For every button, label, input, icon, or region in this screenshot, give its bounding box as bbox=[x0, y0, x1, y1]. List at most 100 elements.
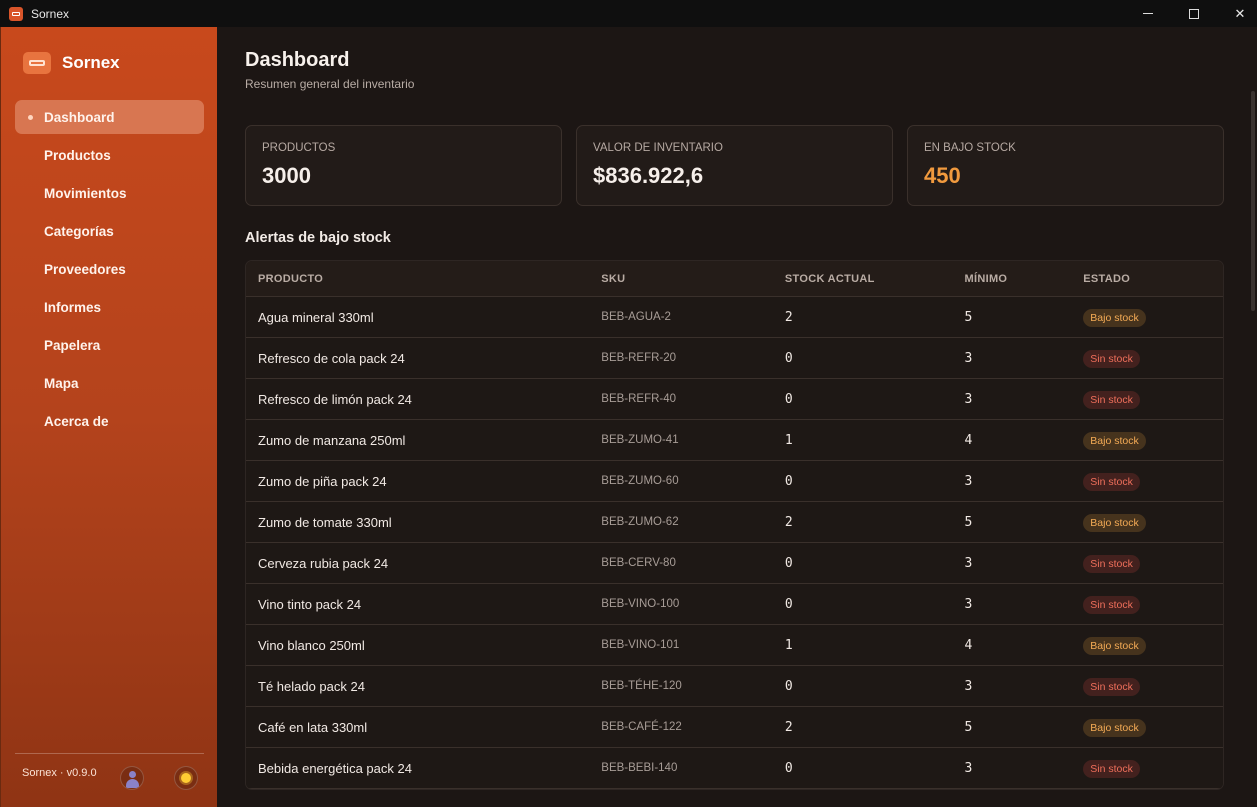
sidebar-footer: Sornex · v0.9.0 bbox=[15, 753, 204, 790]
stock-actual: 0 bbox=[784, 391, 793, 407]
stock-minimo: 3 bbox=[964, 555, 973, 571]
card-valor-inventario: VALOR DE INVENTARIO $836.922,6 bbox=[576, 125, 893, 206]
product-name: Vino tinto pack 24 bbox=[258, 596, 362, 612]
product-sku: BEB-TÉHE-120 bbox=[601, 680, 682, 692]
status-badge: Bajo stock bbox=[1083, 513, 1146, 532]
sidebar-item-dashboard[interactable]: Dashboard bbox=[15, 100, 204, 134]
stock-minimo: 5 bbox=[964, 309, 973, 325]
card-value: 450 bbox=[924, 163, 961, 188]
product-name: Refresco de limón pack 24 bbox=[258, 391, 412, 407]
status-cell: Sin stock bbox=[1083, 554, 1223, 573]
status-badge: Sin stock bbox=[1083, 472, 1140, 491]
card-value: 3000 bbox=[262, 163, 311, 188]
window-titlebar: Sornex ✕ bbox=[0, 0, 1257, 27]
product-name: Café en lata 330ml bbox=[258, 719, 368, 735]
stock-minimo: 3 bbox=[964, 391, 973, 407]
product-sku: BEB-AGUA-2 bbox=[601, 311, 671, 323]
column-header-sku[interactable]: SKU bbox=[601, 273, 785, 285]
status-cell: Sin stock bbox=[1083, 595, 1223, 614]
sidebar-item-productos[interactable]: Productos bbox=[15, 138, 204, 172]
product-name: Vino blanco 250ml bbox=[258, 637, 365, 653]
status-badge: Sin stock bbox=[1083, 595, 1140, 614]
product-name: Agua mineral 330ml bbox=[258, 309, 374, 325]
stock-actual: 0 bbox=[784, 555, 793, 571]
status-cell: Bajo stock bbox=[1083, 431, 1223, 450]
sidebar-item-mapa[interactable]: Mapa bbox=[15, 366, 204, 400]
sidebar-item-categorias[interactable]: Categorías bbox=[15, 214, 204, 248]
table-row[interactable]: Refresco de cola pack 24 BEB-REFR-20 0 3 Sin… bbox=[246, 338, 1223, 379]
product-sku: BEB-REFR-40 bbox=[601, 393, 677, 405]
sidebar-item-informes[interactable]: Informes bbox=[15, 290, 204, 324]
table-row[interactable]: Vino blanco 250ml BEB-VINO-101 1 4 Bajo stoc… bbox=[246, 625, 1223, 666]
status-cell: Sin stock bbox=[1083, 390, 1223, 409]
stock-actual: 0 bbox=[784, 760, 793, 776]
table-header: PRODUCTO SKU STOCK ACTUAL MÍNIMO ESTADO bbox=[246, 261, 1223, 297]
stock-minimo: 4 bbox=[964, 432, 973, 448]
sidebar-item-label: Informes bbox=[44, 299, 102, 315]
sidebar: Sornex Dashboard Productos Movimientos C… bbox=[0, 27, 217, 807]
table-row[interactable]: Té helado pack 24 BEB-TÉHE-120 0 3 Sin stock bbox=[246, 666, 1223, 707]
status-cell: Sin stock bbox=[1083, 677, 1223, 696]
summary-cards: PRODUCTOS 3000 VALOR DE INVENTARIO $836.… bbox=[245, 125, 1238, 206]
table-row[interactable]: Zumo de tomate 330ml BEB-ZUMO-62 2 5 Bajo st… bbox=[246, 502, 1223, 543]
product-sku: BEB-BEBI-140 bbox=[601, 762, 678, 774]
product-name: Cerveza rubia pack 24 bbox=[258, 555, 389, 571]
table-row[interactable]: Café en lata 330ml BEB-CAFÉ-122 2 5 Bajo sto… bbox=[246, 707, 1223, 748]
stock-minimo: 3 bbox=[964, 473, 973, 489]
card-bajo-stock: EN BAJO STOCK 450 bbox=[907, 125, 1224, 206]
stock-actual: 2 bbox=[784, 514, 793, 530]
table-row[interactable]: Agua mineral 330ml BEB-AGUA-2 2 5 Bajo stock bbox=[246, 297, 1223, 338]
product-sku: BEB-CAFÉ-122 bbox=[601, 721, 682, 733]
sidebar-item-proveedores[interactable]: Proveedores bbox=[15, 252, 204, 286]
page-title: Dashboard bbox=[245, 49, 350, 71]
product-name: Zumo de piña pack 24 bbox=[258, 473, 387, 489]
window-title: Sornex bbox=[31, 6, 70, 21]
status-cell: Bajo stock bbox=[1083, 718, 1223, 737]
sidebar-item-movimientos[interactable]: Movimientos bbox=[15, 176, 204, 210]
status-cell: Bajo stock bbox=[1083, 308, 1223, 327]
app-version: Sornex · v0.9.0 bbox=[22, 767, 97, 779]
card-label: VALOR DE INVENTARIO bbox=[593, 142, 723, 154]
sidebar-item-label: Movimientos bbox=[44, 185, 127, 201]
column-header-estado[interactable]: ESTADO bbox=[1083, 273, 1223, 285]
close-icon[interactable]: ✕ bbox=[1217, 0, 1257, 27]
user-avatar-icon[interactable] bbox=[120, 766, 144, 790]
status-cell: Sin stock bbox=[1083, 472, 1223, 491]
column-header-producto[interactable]: PRODUCTO bbox=[246, 273, 601, 285]
sidebar-item-label: Mapa bbox=[44, 375, 79, 391]
status-cell: Bajo stock bbox=[1083, 636, 1223, 655]
table-row[interactable]: Bebida energética pack 24 BEB-BEBI-140 0 3 S… bbox=[246, 748, 1223, 789]
status-badge: Bajo stock bbox=[1083, 431, 1146, 450]
sidebar-item-acerca-de[interactable]: Acerca de bbox=[15, 404, 204, 438]
table-row[interactable]: Zumo de manzana 250ml BEB-ZUMO-41 1 4 Bajo s… bbox=[246, 420, 1223, 461]
status-badge: Sin stock bbox=[1083, 554, 1140, 573]
app-logo-icon bbox=[9, 6, 23, 21]
table-row[interactable]: Refresco de limón pack 24 BEB-REFR-40 0 3 Si… bbox=[246, 379, 1223, 420]
product-sku: BEB-ZUMO-41 bbox=[601, 434, 679, 446]
product-sku: BEB-REFR-20 bbox=[601, 352, 677, 364]
product-sku: BEB-CERV-80 bbox=[601, 557, 676, 569]
status-badge: Sin stock bbox=[1083, 759, 1140, 778]
stock-actual: 0 bbox=[784, 350, 793, 366]
product-name: Té helado pack 24 bbox=[258, 678, 365, 694]
table-row[interactable]: Vino tinto pack 24 BEB-VINO-100 0 3 Sin stoc… bbox=[246, 584, 1223, 625]
card-label: EN BAJO STOCK bbox=[924, 142, 1016, 154]
stock-minimo: 4 bbox=[964, 637, 973, 653]
stock-minimo: 3 bbox=[964, 760, 973, 776]
sidebar-item-label: Acerca de bbox=[44, 413, 109, 429]
table-row[interactable]: Cerveza rubia pack 24 BEB-CERV-80 0 3 Sin st… bbox=[246, 543, 1223, 584]
scrollbar[interactable] bbox=[1251, 91, 1255, 311]
column-header-stock-actual[interactable]: STOCK ACTUAL bbox=[785, 273, 965, 285]
sidebar-item-papelera[interactable]: Papelera bbox=[15, 328, 204, 362]
sun-theme-icon[interactable] bbox=[174, 766, 198, 790]
stock-actual: 2 bbox=[784, 309, 793, 325]
alerts-title: Alertas de bajo stock bbox=[245, 230, 391, 246]
stock-actual: 0 bbox=[784, 678, 793, 694]
stock-actual: 2 bbox=[784, 719, 793, 735]
maximize-icon[interactable] bbox=[1171, 0, 1217, 27]
product-name: Bebida energética pack 24 bbox=[258, 760, 412, 776]
minimize-icon[interactable] bbox=[1125, 0, 1171, 27]
column-header-minimo[interactable]: MÍNIMO bbox=[965, 273, 1084, 285]
table-row[interactable]: Zumo de piña pack 24 BEB-ZUMO-60 0 3 Sin sto… bbox=[246, 461, 1223, 502]
sidebar-item-label: Dashboard bbox=[44, 109, 115, 125]
